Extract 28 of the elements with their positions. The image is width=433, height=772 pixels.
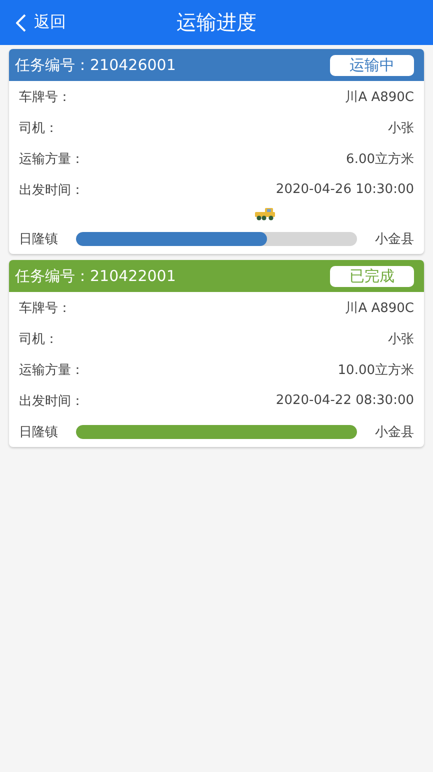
page-title: 运输进度 — [176, 9, 256, 36]
field-label: 司机： — [19, 120, 58, 136]
field-label: 车牌号： — [19, 88, 71, 106]
field-value: 10.00立方米 — [338, 362, 414, 378]
status-badge: 已完成 — [330, 266, 414, 286]
field-value: 2020-04-22 08:30:00 — [276, 393, 414, 408]
task-number: 任务编号：210426001 — [15, 56, 176, 74]
field-value: 川A A890C — [345, 88, 414, 106]
field-value: 小张 — [388, 120, 414, 136]
field-value: 川A A890C — [345, 300, 414, 316]
field-label: 出发时间： — [19, 392, 84, 410]
field-label: 司机： — [19, 330, 58, 348]
field-value: 2020-04-26 10:30:00 — [276, 182, 414, 197]
field-value: 6.00立方米 — [346, 150, 414, 168]
field-value: 小张 — [388, 330, 414, 348]
destination-label: 小金县 — [375, 424, 414, 440]
truck-icon — [254, 207, 276, 221]
field-label: 运输方量： — [19, 362, 84, 378]
field-label: 运输方量： — [19, 150, 84, 168]
field-label: 车牌号： — [19, 300, 71, 316]
field-label: 出发时间： — [19, 182, 84, 198]
back-button[interactable]: 返回 — [0, 0, 66, 45]
origin-label: 日隆镇 — [19, 230, 58, 248]
status-badge: 运输中 — [330, 54, 414, 76]
task-number: 任务编号：210422001 — [15, 266, 176, 286]
origin-label: 日隆镇 — [19, 424, 58, 440]
back-icon — [16, 14, 26, 32]
destination-label: 小金县 — [375, 230, 414, 248]
